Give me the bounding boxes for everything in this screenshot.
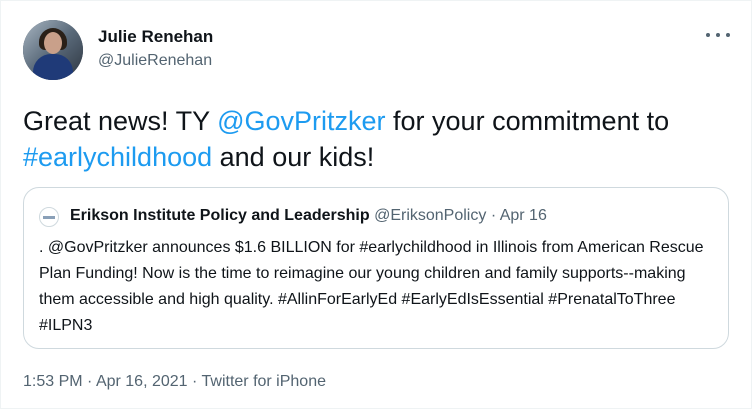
- author-avatar[interactable]: [23, 20, 83, 80]
- footer-separator: ·: [87, 373, 93, 390]
- quoted-author-name: Erikson Institute Policy and Leadership: [70, 207, 370, 224]
- author-name[interactable]: Julie Renehan: [98, 27, 213, 47]
- tweet-date[interactable]: Apr 16, 2021: [96, 373, 188, 390]
- tweet-source[interactable]: Twitter for iPhone: [202, 373, 327, 390]
- mention-link[interactable]: @GovPritzker: [217, 106, 385, 136]
- quoted-tweet[interactable]: Erikson Institute Policy and Leadership …: [23, 187, 729, 349]
- tweet-footer: 1:53 PM · Apr 16, 2021 · Twitter for iPh…: [23, 373, 326, 391]
- dot: [706, 33, 710, 37]
- avatar-logo-mark: [43, 216, 55, 219]
- quoted-header: Erikson Institute Policy and Leadership …: [70, 207, 547, 225]
- tweet-card: Julie Renehan @JulieRenehan Great news! …: [0, 0, 752, 409]
- dot: [726, 33, 730, 37]
- footer-separator: ·: [192, 373, 198, 390]
- tweet-text-middle: for your commitment to: [385, 106, 670, 136]
- dot: [716, 33, 720, 37]
- tweet-text-end: and our kids!: [212, 142, 375, 172]
- more-options-icon[interactable]: [706, 27, 730, 43]
- quoted-separator: ·: [490, 207, 497, 224]
- quoted-date: Apr 16: [499, 207, 547, 224]
- tweet-time[interactable]: 1:53 PM: [23, 373, 83, 390]
- avatar-body: [33, 54, 73, 80]
- author-handle[interactable]: @JulieRenehan: [98, 52, 212, 70]
- avatar-face: [44, 32, 62, 54]
- tweet-text: Great news! TY @GovPritzker for your com…: [23, 103, 733, 175]
- hashtag-link[interactable]: #earlychildhood: [23, 142, 212, 172]
- quoted-author-handle: @EriksonPolicy: [374, 207, 487, 224]
- tweet-text-start: Great news! TY: [23, 106, 218, 136]
- quoted-author-avatar: [39, 207, 59, 227]
- quoted-text: . @GovPritzker announces $1.6 BILLION fo…: [39, 239, 704, 334]
